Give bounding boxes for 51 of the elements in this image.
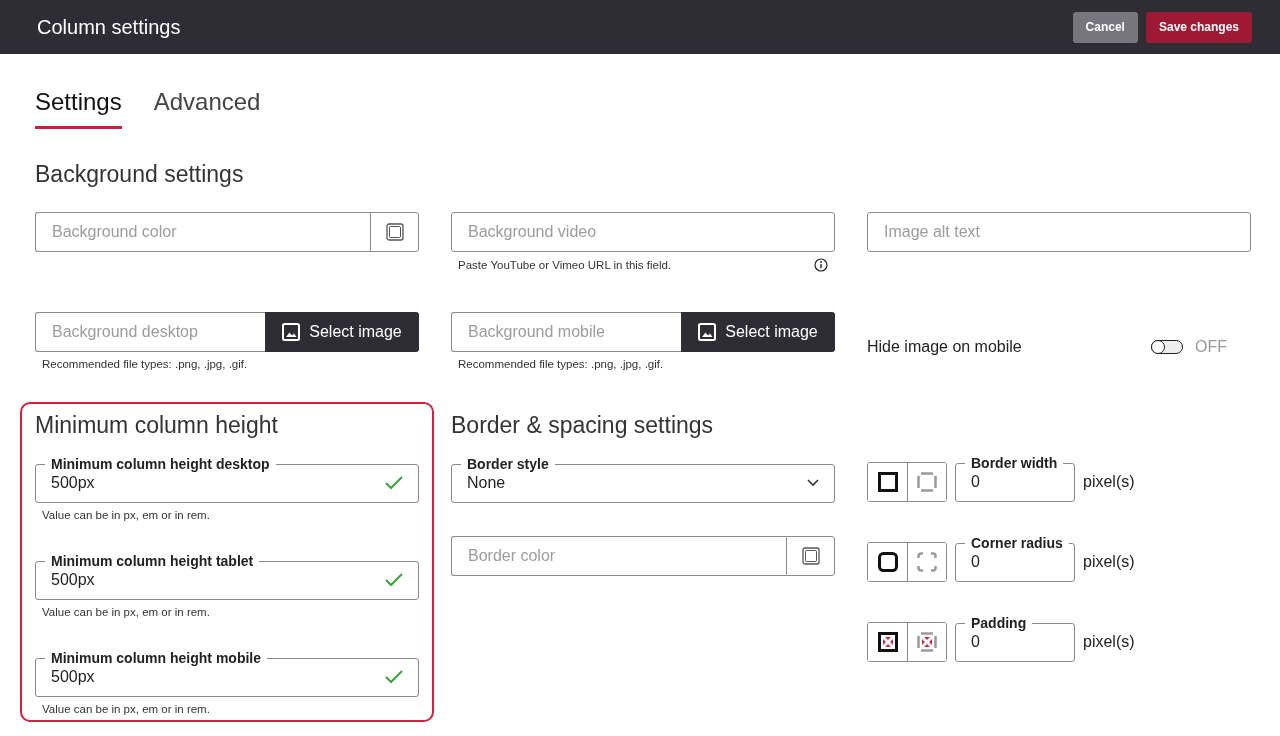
info-icon[interactable]: [814, 258, 828, 272]
dashed-padding-icon: [917, 632, 937, 652]
unit-label: pixel(s): [1083, 473, 1135, 491]
padding-icon: [877, 632, 898, 652]
toggle-state: OFF: [1195, 338, 1227, 356]
checkmark-icon: [385, 573, 403, 587]
toggle-switch[interactable]: [1151, 340, 1183, 354]
unit-label: pixel(s): [1083, 633, 1135, 651]
select-image-button[interactable]: Select image: [265, 312, 419, 352]
save-button[interactable]: Save changes: [1145, 11, 1252, 43]
field-hint: Paste YouTube or Vimeo URL in this field.: [458, 259, 672, 271]
cancel-button[interactable]: Cancel: [1072, 11, 1138, 43]
image-icon: [282, 323, 301, 341]
swatch-icon: [801, 547, 820, 565]
image-field[interactable]: Background mobile: [451, 312, 681, 352]
checkmark-icon: [385, 670, 403, 684]
number-field[interactable]: Corner radius 0: [955, 535, 1075, 582]
section-title: Minimum column height: [35, 411, 279, 439]
height-field[interactable]: Minimum column height tablet 500px: [35, 553, 419, 600]
field-hint: Recommended file types: .png, .jpg, .gif.: [42, 358, 248, 370]
tab[interactable]: Advanced: [153, 88, 261, 129]
alt-text-field[interactable]: Image alt text: [867, 212, 1251, 252]
section-title: Background settings: [35, 160, 245, 188]
number-field[interactable]: Padding 0: [955, 615, 1075, 662]
rounded-square-icon: [877, 552, 898, 572]
height-field[interactable]: Minimum column height mobile 500px: [35, 650, 419, 697]
image-icon: [698, 323, 717, 341]
square-icon: [877, 472, 898, 492]
border-color-field[interactable]: Border color: [451, 536, 786, 576]
checkmark-icon: [385, 476, 403, 490]
toggle-label: Hide image on mobile: [867, 338, 1023, 356]
video-url-field[interactable]: Background video: [451, 212, 835, 252]
field-hint: Value can be in px, em or in rem.: [42, 703, 210, 715]
select-image-button[interactable]: Select image: [681, 312, 835, 352]
corners-icon: [917, 552, 937, 572]
field-hint: Value can be in px, em or in rem.: [42, 509, 210, 521]
section-title: Border & spacing settings: [451, 411, 715, 439]
color-field[interactable]: Background color: [35, 212, 370, 252]
height-field[interactable]: Minimum column height desktop 500px: [35, 456, 419, 503]
image-field[interactable]: Background desktop: [35, 312, 265, 352]
color-swatch-button[interactable]: [370, 212, 419, 252]
swatch-icon: [385, 223, 404, 241]
number-field[interactable]: Border width 0: [955, 455, 1075, 502]
color-swatch-button[interactable]: [786, 536, 835, 576]
border-style-select[interactable]: Border style None: [451, 456, 835, 503]
field-hint: Value can be in px, em or in rem.: [42, 606, 210, 618]
unit-label: pixel(s): [1083, 553, 1135, 571]
chevron-down-icon: [807, 479, 819, 487]
tab[interactable]: Settings: [35, 88, 122, 129]
field-hint: Recommended file types: .png, .jpg, .gif.: [458, 358, 664, 370]
window-title: Column settings: [37, 15, 181, 39]
